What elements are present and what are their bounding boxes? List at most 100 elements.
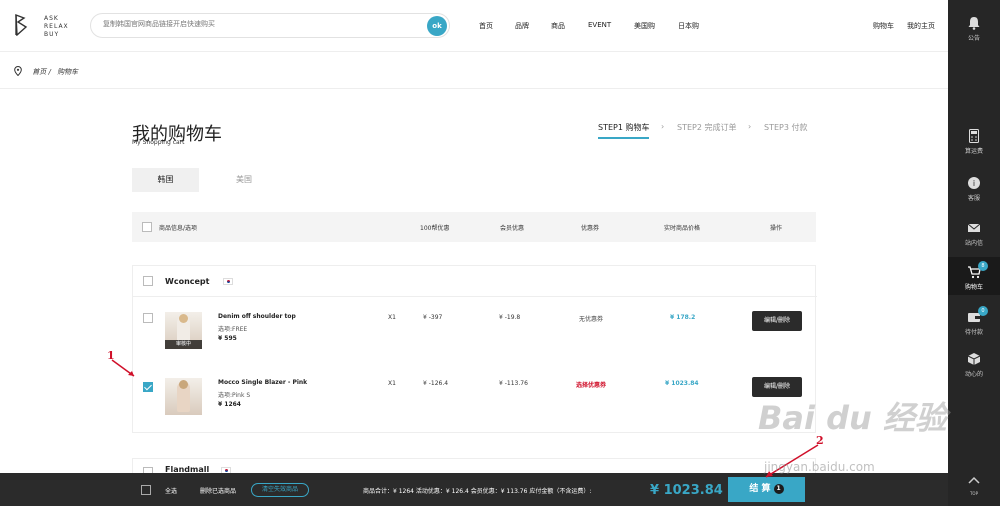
calculator-icon [967,129,981,143]
col-coupon: 优惠券 [581,225,600,232]
member-discount: ¥ -113.76 [499,380,528,387]
review-status-tag: 审核中 [165,340,202,349]
sidebar-label: 动心的 [964,371,983,378]
table-row: 审核中 Denim off shoulder top 选项:FREE ¥ 595… [133,302,817,362]
search-input[interactable] [103,20,423,28]
logo-text: ASK RELAX BUY [44,15,69,39]
sidebar-label: 客服 [967,195,980,202]
nav-brand[interactable]: 品牌 [515,21,529,31]
coupon-status: 无优惠券 [579,316,604,323]
right-sidebar: 公告 算运费 i 客服 站内信 8 购物车 0 待付款 动心的 TOP [948,0,1000,506]
tab-korea[interactable]: 韩国 [132,168,199,192]
step-payment: STEP3 付款 [764,123,808,132]
divider [0,88,948,89]
select-all-label[interactable]: 全选 [165,486,177,495]
support-icon: i [967,176,981,190]
breadcrumb: 首页 / 购物车 [14,65,79,77]
watermark: Bai du 经验 [758,399,947,437]
breadcrumb-home[interactable]: 首页 / [32,68,51,76]
total-amount: ¥ 1023.84 [650,483,723,498]
select-coupon-link[interactable]: 选择优惠券 [576,380,606,389]
nav-home[interactable]: 首页 [479,21,493,31]
sidebar-item-wishlist[interactable]: 动心的 [948,352,1000,378]
real-price: ¥ 1023.84 [665,380,699,387]
real-price: ¥ 178.2 [670,314,696,321]
annotation-arrow-icon [111,359,135,377]
step-cart: STEP1 购物车 [598,122,650,139]
col-product-info: 商品信息/选项 [159,225,198,232]
logo-icon[interactable] [14,14,28,36]
sidebar-item-notice[interactable]: 公告 [948,16,1000,42]
mail-icon [967,221,981,235]
step-separator-icon: › [748,122,752,131]
watermark-url: jingyan.baidu.com [764,460,875,474]
col-action: 操作 [770,225,783,232]
edit-delete-button[interactable]: 编辑/删除 [752,311,802,331]
product-figure-head [179,380,188,389]
nav-cart[interactable]: 购物车 [873,21,894,31]
sidebar-label: 待付款 [964,329,983,336]
nav-goods[interactable]: 商品 [551,21,565,31]
product-figure-head [179,314,188,323]
store-select-checkbox[interactable] [143,276,153,286]
sidebar-label: 站内信 [964,240,983,247]
product-option: 选项:FREE [218,326,248,333]
item-checkbox[interactable] [143,382,153,392]
checkout-count: 1 [773,483,784,494]
delete-selected-button[interactable]: 删除已选商品 [200,486,236,495]
clear-invalid-button[interactable]: 清空失效商品 [251,483,309,497]
nav-my-page[interactable]: 我的主页 [907,21,935,31]
product-name[interactable]: Mocco Single Blazer - Pink [218,379,307,386]
discount-100: ¥ -126.4 [423,380,449,387]
nav-event[interactable]: EVENT [588,21,611,29]
product-option: 选项:Pink S [218,392,251,399]
sidebar-item-messages[interactable]: 站内信 [948,221,1000,247]
divider [133,296,817,297]
cart-icon: 8 [967,261,988,279]
logo-line: RELAX [44,23,69,30]
pending-badge: 0 [978,306,988,316]
svg-text:i: i [973,179,975,188]
step-separator-icon: › [661,122,665,131]
col-real-price: 实时商品价格 [664,225,701,232]
arrow-up-icon [967,474,981,488]
store-name: Wconcept [165,277,210,286]
discount-100: ¥ -397 [423,314,443,321]
product-image[interactable]: 审核中 [165,312,202,349]
sidebar-label: 购物车 [964,284,983,291]
cart-badge: 8 [978,261,988,271]
sidebar-label: 公告 [967,35,980,42]
sidebar-label: TOP [969,491,978,496]
member-discount: ¥ -19.8 [499,314,521,321]
bell-icon [967,16,981,30]
col-100-discount: 100帮优惠 [420,225,450,232]
item-checkbox[interactable] [143,313,153,323]
top-header: ASK RELAX BUY ok 首页 品牌 商品 EVENT 美国购 日本购 … [0,0,948,52]
wallet-icon: 0 [967,306,988,324]
sidebar-item-shipping-calc[interactable]: 算运费 [948,129,1000,155]
select-all-checkbox[interactable] [141,485,151,495]
nav-jp-buy[interactable]: 日本购 [678,21,699,31]
location-pin-icon [14,65,22,77]
header-select-checkbox[interactable] [142,222,152,232]
store-group: Wconcept 审核中 Denim off shoulder top 选项:F… [132,265,817,433]
sidebar-item-top[interactable]: TOP [948,474,1000,496]
sidebar-label: 算运费 [964,148,983,155]
product-image[interactable] [165,378,202,415]
box-icon [967,352,981,366]
tab-usa[interactable]: 美国 [224,168,264,192]
product-name[interactable]: Denim off shoulder top [218,313,296,320]
search-ok-button[interactable]: ok [427,16,447,36]
sidebar-item-support[interactable]: i 客服 [948,176,1000,202]
step-order: STEP2 完成订单 [677,123,737,132]
product-price: ¥ 595 [218,335,237,342]
logo-line: BUY [44,31,60,38]
korea-flag-icon [223,278,233,285]
sidebar-item-cart[interactable]: 8 购物车 [948,257,1000,295]
product-price: ¥ 1264 [218,401,241,408]
breadcrumb-current: 购物车 [57,68,79,76]
nav-us-buy[interactable]: 美国购 [634,21,655,31]
col-member-discount: 会员优惠 [500,225,525,232]
table-header: 商品信息/选项 100帮优惠 会员优惠 优惠券 实时商品价格 操作 [132,212,816,242]
sidebar-item-pending-payment[interactable]: 0 待付款 [948,306,1000,336]
